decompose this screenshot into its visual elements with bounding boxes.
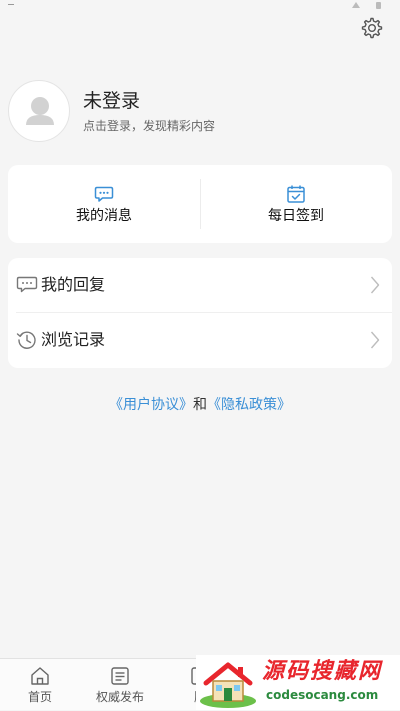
browse-history-row[interactable]: 浏览记录 xyxy=(8,313,392,367)
default-avatar-icon xyxy=(26,97,54,125)
chat-bubble-icon xyxy=(94,186,114,202)
login-prompt-text[interactable]: 点击登录，发现精彩内容 xyxy=(83,118,215,134)
chevron-right-icon xyxy=(370,331,380,349)
agreement-links: 《用户协议》和《隐私政策》 xyxy=(0,396,400,414)
my-messages-label: 我的消息 xyxy=(76,208,132,224)
my-replies-label: 我的回复 xyxy=(41,275,106,294)
login-status-title[interactable]: 未登录 xyxy=(83,90,140,112)
calendar-check-icon xyxy=(287,185,305,203)
user-agreement-link[interactable]: 《用户协议》 xyxy=(109,397,193,413)
watermark-house-logo xyxy=(200,662,256,708)
profile-header[interactable]: 未登录 点击登录，发现精彩内容 xyxy=(8,80,368,142)
tab-official-release[interactable]: 权威发布 xyxy=(80,659,160,711)
daily-checkin-button[interactable]: 每日签到 xyxy=(200,165,392,243)
tab-official-release-label: 权威发布 xyxy=(95,690,144,704)
status-bar xyxy=(0,0,400,12)
watermark-domain: codesocang.com xyxy=(266,688,379,702)
settings-gear-icon[interactable] xyxy=(360,16,384,40)
quick-actions-card: 我的消息 每日签到 xyxy=(8,165,392,243)
daily-checkin-label: 每日签到 xyxy=(268,208,324,224)
my-replies-row[interactable]: 我的回复 xyxy=(8,258,392,312)
status-dash xyxy=(8,4,14,5)
home-icon xyxy=(31,667,49,685)
history-icon xyxy=(16,331,36,349)
comment-icon xyxy=(16,276,38,293)
browse-history-label: 浏览记录 xyxy=(41,330,106,349)
menu-card: 我的回复 浏览记录 xyxy=(8,258,392,368)
my-messages-button[interactable]: 我的消息 xyxy=(8,165,200,243)
agreement-and-text: 和 xyxy=(193,397,207,413)
avatar[interactable] xyxy=(8,80,70,142)
tab-home[interactable]: 首页 xyxy=(0,659,80,711)
privacy-policy-link[interactable]: 《隐私政策》 xyxy=(207,397,291,413)
site-watermark: 源码搜藏网 codesocang.com xyxy=(196,655,400,710)
list-icon xyxy=(111,667,129,685)
chevron-right-icon xyxy=(370,276,380,294)
tab-home-label: 首页 xyxy=(27,690,52,704)
watermark-brand: 源码搜藏网 xyxy=(262,659,383,684)
status-icons xyxy=(352,2,381,9)
